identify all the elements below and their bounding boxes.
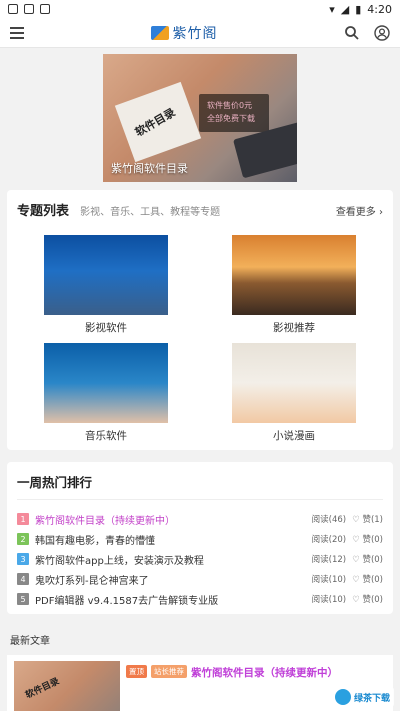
status-icons-right: ▾ ◢ ▮ 4:20	[329, 3, 392, 16]
weekly-hot-section: 一周热门排行 1 紫竹阁软件目录（持续更新中） 阅读(46) ♡ 赞(1) 2 韩国有趣电…	[7, 462, 393, 614]
heart-icon[interactable]: ♡	[352, 575, 360, 585]
read-count: (46)	[328, 515, 347, 525]
topic-tile-music-software[interactable]: 音乐软件	[17, 343, 195, 443]
hot-item-title: 韩国有趣电影，青春的懵懂	[35, 535, 155, 547]
chevron-right-icon: ›	[379, 207, 383, 218]
hamburger-menu-icon[interactable]	[10, 26, 24, 39]
read-count: (20)	[328, 535, 347, 545]
rank-badge: 1	[17, 513, 29, 525]
like-count: (0)	[370, 535, 383, 545]
hot-item-title: 鬼吹灯系列-昆仑神宫来了	[35, 575, 149, 587]
like-label: 赞	[362, 535, 371, 545]
user-icon[interactable]	[374, 24, 390, 41]
topic-image	[232, 235, 356, 315]
section-title: 专题列表	[17, 204, 70, 219]
rank-badge: 3	[17, 553, 29, 565]
read-label: 阅读	[311, 535, 329, 545]
latest-articles-title: 最新文章	[10, 636, 50, 647]
read-count: (10)	[328, 575, 347, 585]
hot-list: 1 紫竹阁软件目录（持续更新中） 阅读(46) ♡ 赞(1) 2 韩国有趣电影，青春的懵懂…	[17, 509, 383, 609]
heart-icon[interactable]: ♡	[352, 555, 360, 565]
like-label: 赞	[362, 555, 371, 565]
topic-image	[44, 343, 168, 423]
like-count: (0)	[370, 555, 383, 565]
like-label: 赞	[362, 515, 371, 525]
battery-icon: ▮	[355, 2, 362, 16]
section-title: 一周热门排行	[17, 472, 383, 500]
signal-icon: ◢	[340, 2, 350, 16]
topic-image	[232, 343, 356, 423]
hot-list-item[interactable]: 1 紫竹阁软件目录（持续更新中） 阅读(46) ♡ 赞(1)	[17, 509, 383, 529]
hot-item-meta: 阅读(10) ♡ 赞(0)	[312, 573, 383, 585]
topic-tile-novel-comic[interactable]: 小说漫画	[205, 343, 383, 443]
read-label: 阅读	[311, 515, 329, 525]
top-bar: 紫竹阁	[0, 18, 400, 48]
site-logo[interactable]: 紫竹阁	[150, 23, 218, 43]
like-label: 赞	[362, 575, 371, 585]
notification-icon	[8, 4, 18, 14]
topic-image	[44, 235, 168, 315]
clock: 4:20	[367, 2, 392, 16]
status-bar: ▾ ◢ ▮ 4:20	[0, 0, 400, 18]
status-icons-left	[8, 4, 50, 14]
watermark-icon	[334, 689, 351, 705]
see-more-label: 查看更多	[335, 207, 376, 218]
hot-item-title: PDF编辑器 v9.4.1587去广告解锁专业版	[35, 595, 219, 607]
heart-icon[interactable]: ♡	[352, 595, 360, 605]
article-title: 紫竹阁软件目录（持续更新中）	[191, 667, 338, 679]
logo-text: 紫竹阁	[172, 25, 218, 42]
hot-item-meta: 阅读(12) ♡ 赞(0)	[312, 553, 383, 565]
hot-item-meta: 阅读(20) ♡ 赞(0)	[312, 533, 383, 545]
text-icon	[40, 4, 50, 14]
pinned-badge: 置顶	[126, 665, 147, 678]
topic-label: 小说漫画	[273, 430, 315, 442]
read-count: (10)	[328, 595, 347, 605]
like-count: (1)	[370, 515, 383, 525]
topic-label: 影视推荐	[273, 322, 315, 334]
heart-icon[interactable]: ♡	[352, 535, 360, 545]
banner-price-line: 软件售价0元	[207, 101, 253, 110]
read-label: 阅读	[311, 555, 329, 565]
watermark-text: 绿茶下载	[353, 693, 390, 704]
like-label: 赞	[362, 595, 371, 605]
banner-price: 软件售价0元 全部免费下载	[207, 99, 255, 125]
see-more-link[interactable]: 查看更多 ›	[336, 203, 383, 218]
topic-section: 专题列表 影视、音乐、工具、教程等专题 查看更多 › 影视软件 影视推荐 音乐软…	[7, 190, 393, 450]
heart-icon[interactable]: ♡	[352, 515, 360, 525]
hero-banner[interactable]: 软件目录 软件售价0元 全部免费下载 紫竹阁软件目录	[103, 54, 297, 182]
watermark-logo: 绿茶下载	[330, 687, 394, 707]
hot-list-item[interactable]: 2 韩国有趣电影，青春的懵懂 阅读(20) ♡ 赞(0)	[17, 529, 383, 549]
hot-item-meta: 阅读(46) ♡ 赞(1)	[312, 513, 383, 525]
read-count: (12)	[328, 555, 347, 565]
read-label: 阅读	[311, 575, 329, 585]
hot-list-item[interactable]: 4 鬼吹灯系列-昆仑神宫来了 阅读(10) ♡ 赞(0)	[17, 569, 383, 589]
rank-badge: 5	[17, 593, 29, 605]
hot-list-item[interactable]: 5 PDF编辑器 v9.4.1587去广告解锁专业版 阅读(10) ♡ 赞(0)	[17, 589, 383, 609]
recommend-badge: 站长推荐	[151, 665, 187, 678]
read-label: 阅读	[311, 595, 329, 605]
hot-item-title: 紫竹阁软件目录（持续更新中）	[35, 515, 175, 527]
hot-item-title: 紫竹阁软件app上线，安装演示及教程	[35, 555, 204, 567]
like-count: (0)	[370, 595, 383, 605]
like-count: (0)	[370, 575, 383, 585]
topic-label: 影视软件	[85, 322, 127, 334]
logo-icon	[150, 25, 169, 40]
wifi-icon: ▾	[329, 2, 335, 16]
topic-tile-video-software[interactable]: 影视软件	[17, 235, 195, 335]
topic-label: 音乐软件	[85, 430, 127, 442]
search-icon[interactable]	[344, 25, 360, 41]
section-subtitle: 影视、音乐、工具、教程等专题	[80, 207, 221, 218]
banner-title: 紫竹阁软件目录	[111, 162, 188, 175]
rank-badge: 4	[17, 573, 29, 585]
topic-tile-video-recommend[interactable]: 影视推荐	[205, 235, 383, 335]
hot-item-meta: 阅读(10) ♡ 赞(0)	[312, 593, 383, 605]
thumbnail-stamp: 软件目录	[24, 676, 62, 702]
image-icon	[24, 4, 34, 14]
banner-price-line: 全部免费下载	[207, 114, 255, 123]
article-thumbnail: 软件目录	[14, 661, 120, 711]
rank-badge: 2	[17, 533, 29, 545]
hot-list-item[interactable]: 3 紫竹阁软件app上线，安装演示及教程 阅读(12) ♡ 赞(0)	[17, 549, 383, 569]
